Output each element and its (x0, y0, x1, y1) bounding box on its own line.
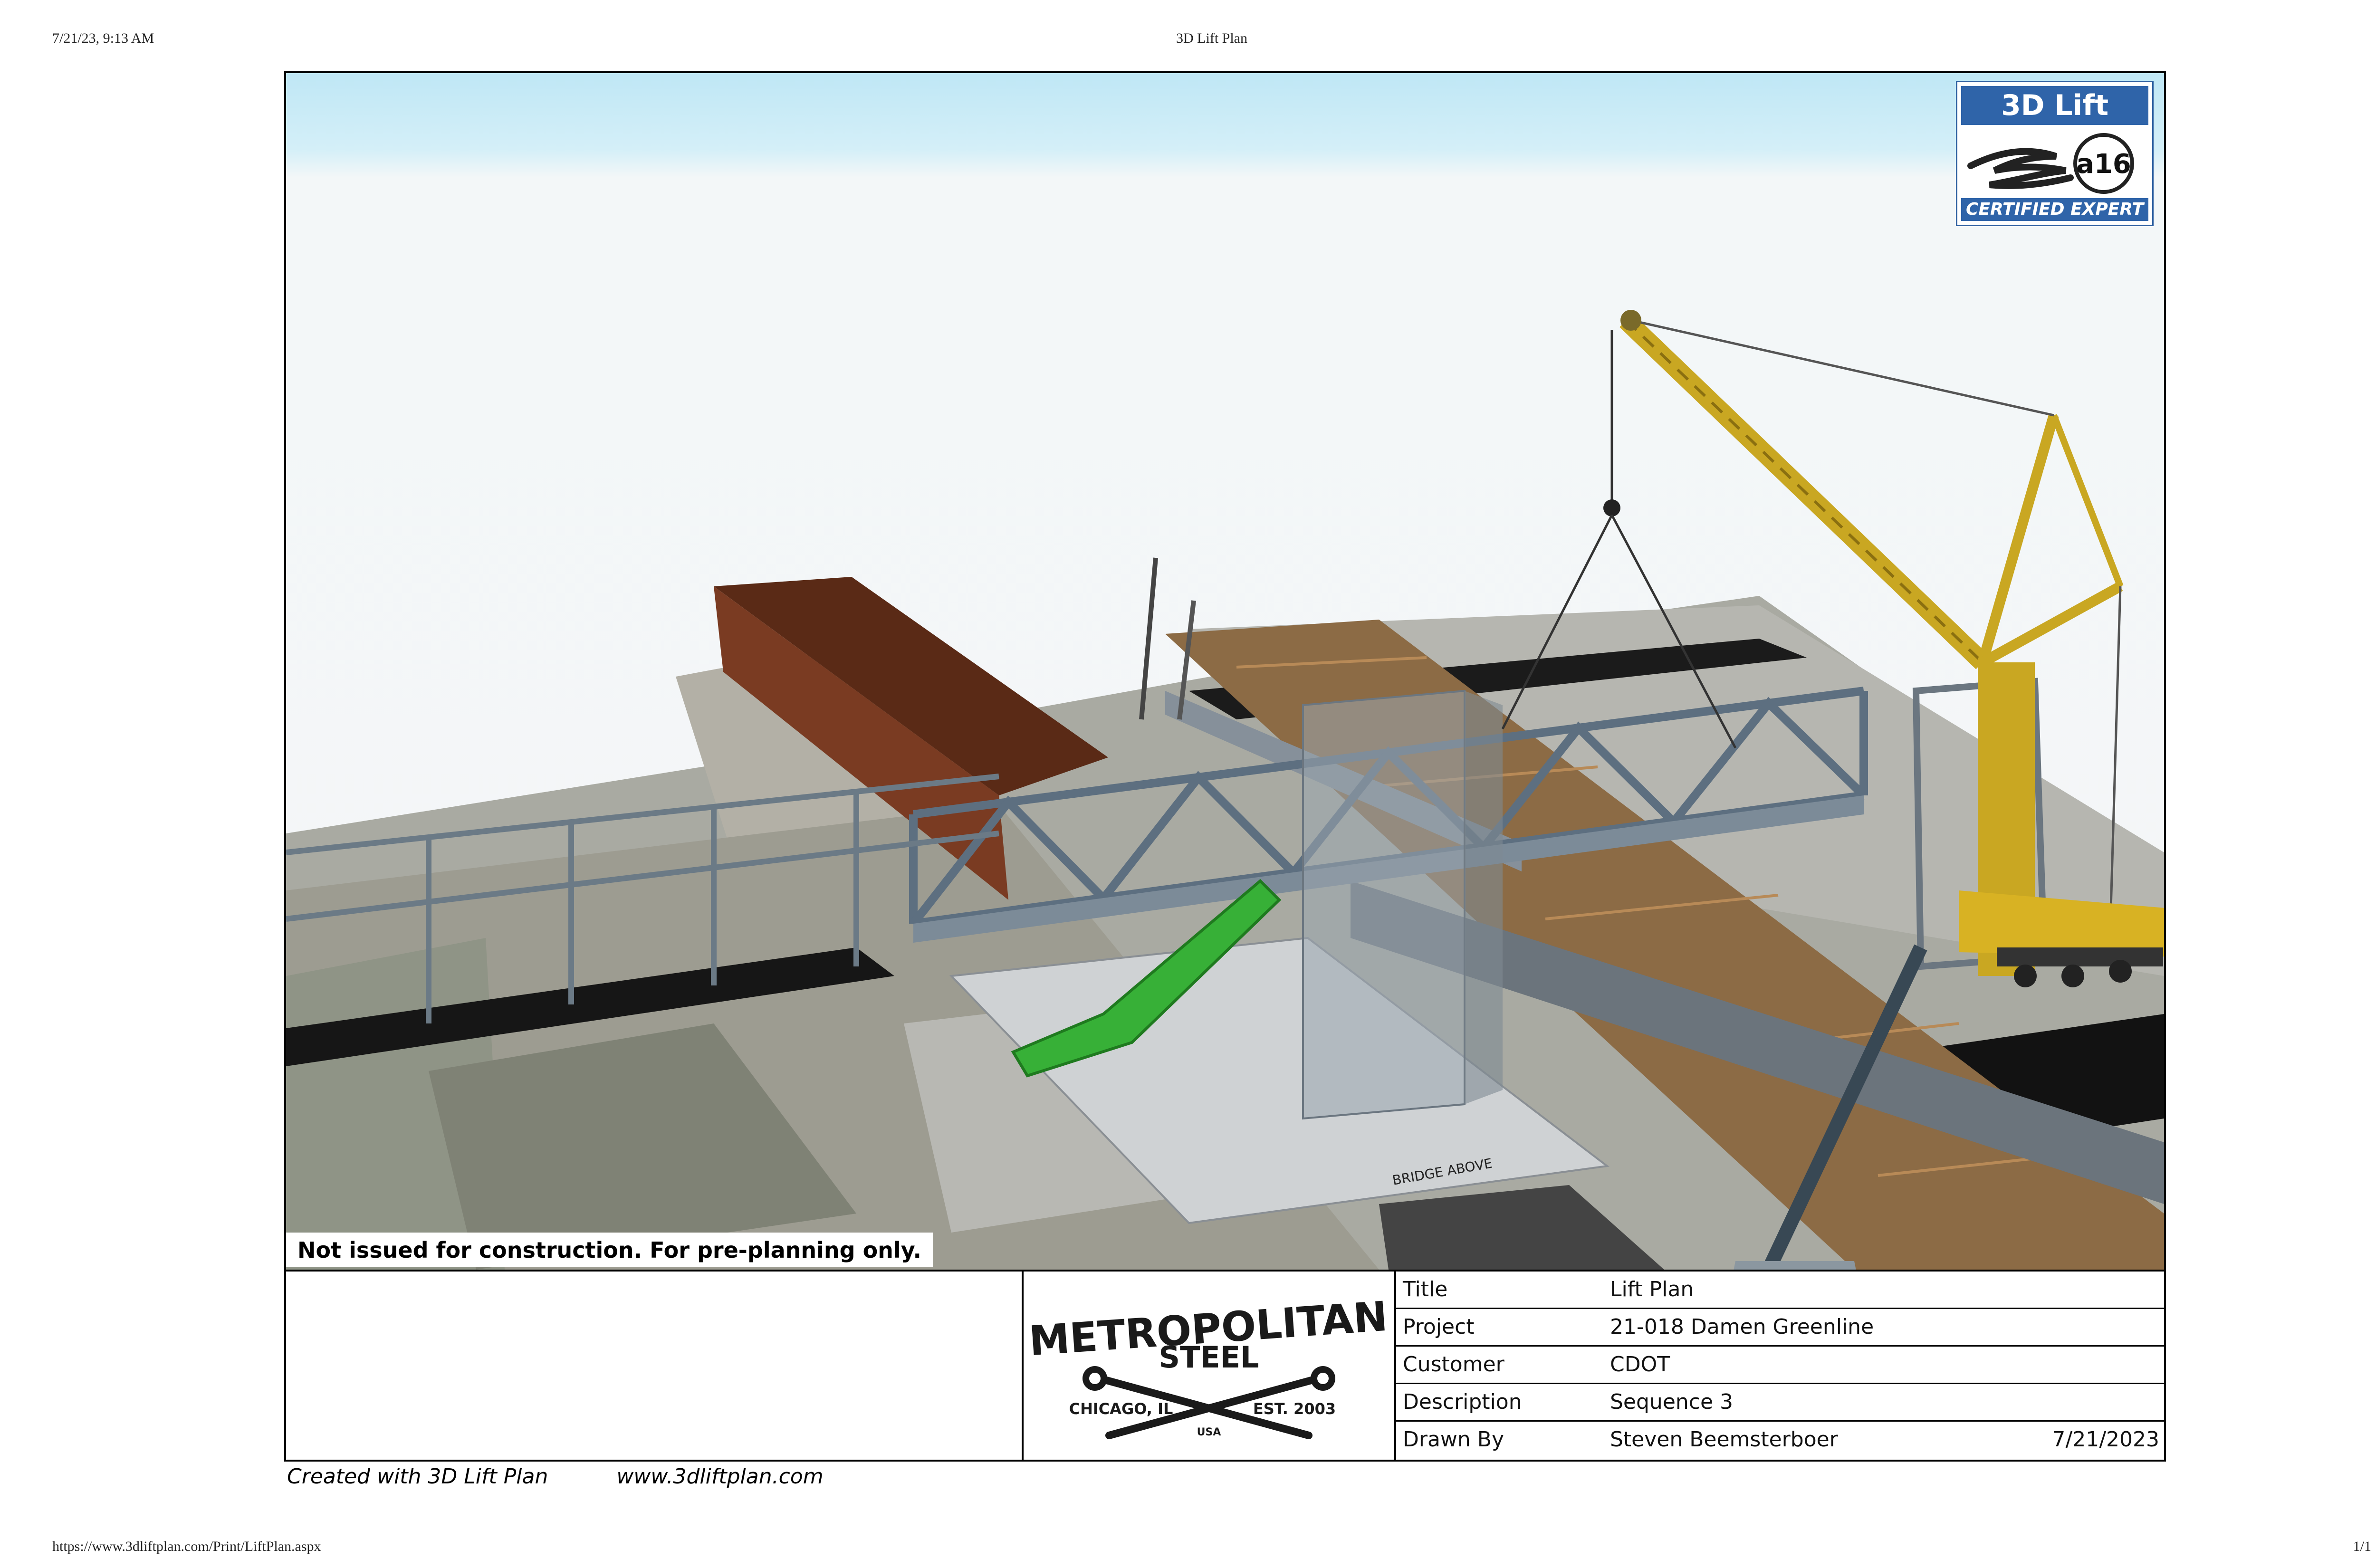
certified-expert-badge: 3D Lift Plan a16 CERTIFIED EXPERT (1956, 81, 2154, 226)
lift-plan-sheet: BRIDGE ABOVE 3D Lift Plan a16 CERTIFIED … (284, 71, 2166, 1462)
customer-value: CDOT (1610, 1352, 1670, 1377)
logo-est: EST. 2003 (1253, 1400, 1336, 1418)
description-value: Sequence 3 (1610, 1390, 1734, 1414)
project-row: Project 21-018 Damen Greenline (1396, 1309, 2164, 1347)
drawn-by-label: Drawn By (1403, 1427, 1504, 1452)
drawn-date: 7/21/2023 (2052, 1427, 2159, 1452)
title-label: Title (1403, 1277, 1448, 1301)
description-label: Description (1403, 1390, 1522, 1414)
badge-caption: CERTIFIED EXPERT (1961, 198, 2148, 221)
badge-number: a16 (2076, 149, 2131, 180)
logo-country: USA (1197, 1426, 1221, 1438)
customer-row: Customer CDOT (1396, 1347, 2164, 1384)
flame-emblem-icon: a16 (1961, 128, 2148, 199)
title-block-notes-area (286, 1272, 1024, 1460)
logo-line-2: STEEL (1159, 1340, 1259, 1375)
project-label: Project (1403, 1315, 1475, 1339)
customer-label: Customer (1403, 1352, 1504, 1377)
print-page-title: 3D Lift Plan (1176, 30, 1247, 46)
drawn-by-row: Drawn By Steven Beemsterboer 7/21/2023 (1396, 1422, 2164, 1459)
logo-city: CHICAGO, IL (1069, 1400, 1173, 1418)
3d-lift-scene: BRIDGE ABOVE 3D Lift Plan a16 CERTIFIED … (286, 73, 2164, 1270)
metropolitan-steel-logo: METROPOLITAN STEEL CHICAGO, IL EST. 2003… (1024, 1272, 1396, 1460)
title-value: Lift Plan (1610, 1277, 1694, 1301)
credits-line: Created with 3D Lift Plan www.3dliftplan… (287, 1464, 824, 1489)
print-page-number: 1/1 (2353, 1539, 2371, 1554)
description-row: Description Sequence 3 (1396, 1384, 2164, 1422)
project-value: 21-018 Damen Greenline (1610, 1315, 1874, 1339)
badge-title: 3D Lift Plan (1961, 86, 2148, 161)
drawn-by-value: Steven Beemsterboer (1610, 1427, 1838, 1452)
title-block: METROPOLITAN STEEL CHICAGO, IL EST. 2003… (286, 1270, 2164, 1460)
title-block-fields: Title Lift Plan Project 21-018 Damen Gre… (1396, 1272, 2164, 1460)
created-with-text: Created with 3D Lift Plan (287, 1464, 548, 1489)
print-url: https://www.3dliftplan.com/Print/LiftPla… (52, 1539, 321, 1554)
disclaimer-note: Not issued for construction. For pre-pla… (286, 1233, 933, 1267)
scene-drawing: BRIDGE ABOVE (286, 310, 2164, 1270)
website-link[interactable]: www.3dliftplan.com (616, 1464, 823, 1489)
title-row: Title Lift Plan (1396, 1272, 2164, 1309)
